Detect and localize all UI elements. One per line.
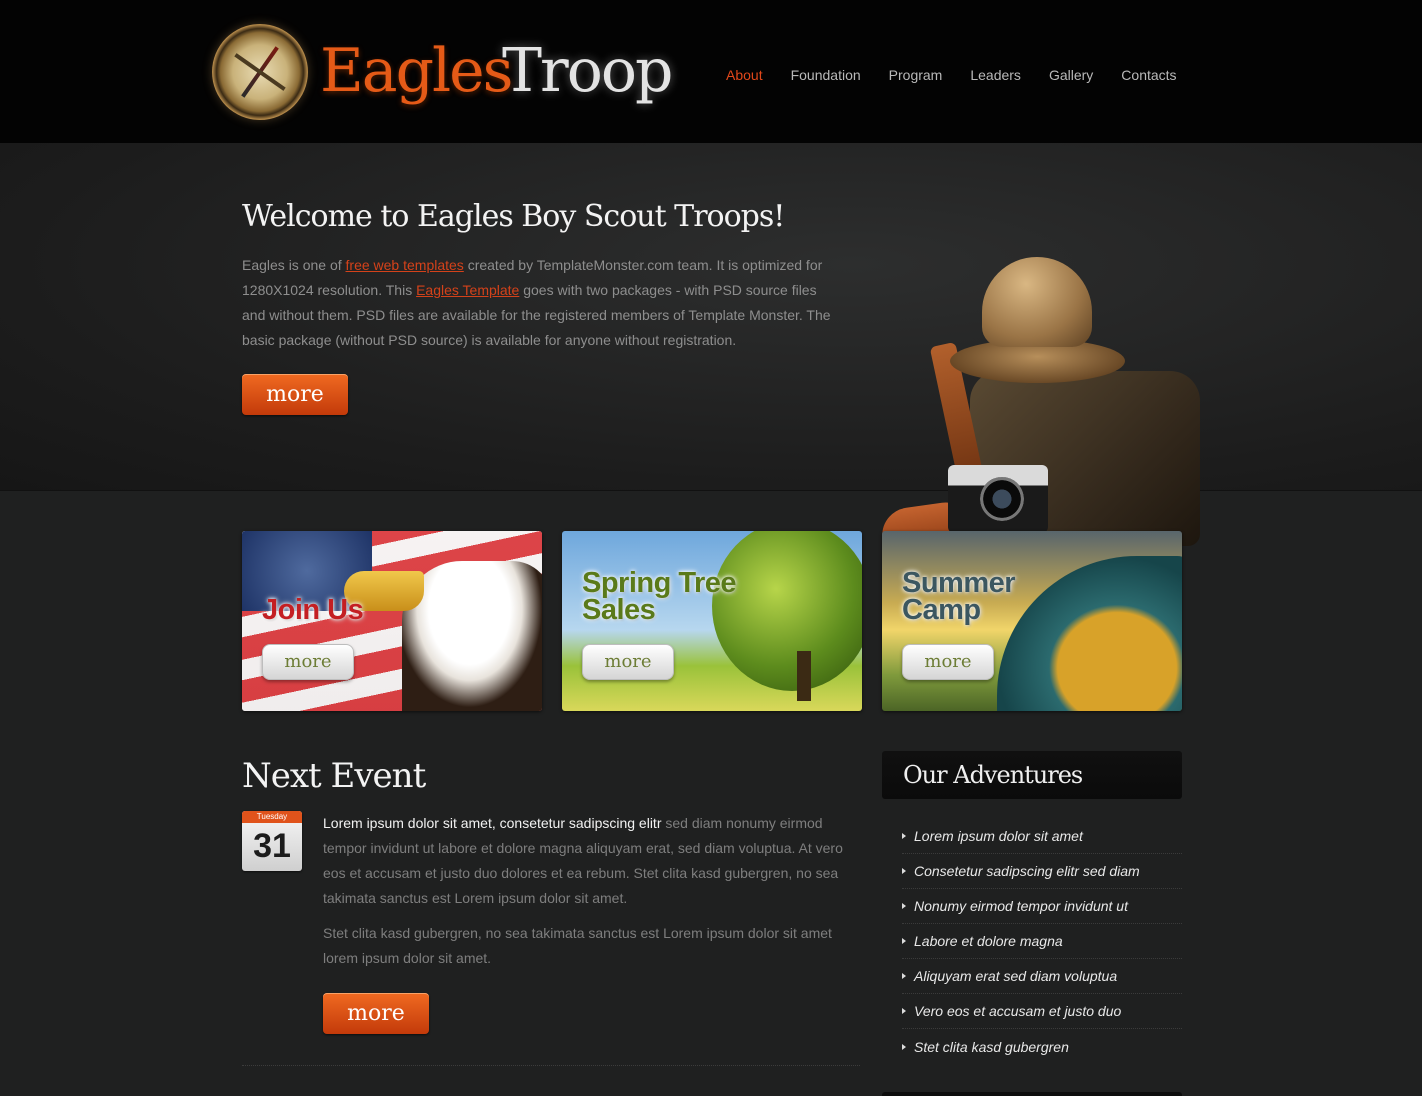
promo-summer-camp[interactable]: Summer Camp more xyxy=(882,531,1182,711)
next-widget-header xyxy=(882,1092,1182,1096)
promo-title: Spring Tree Sales xyxy=(582,567,737,626)
adventure-link[interactable]: Consetetur sadipscing elitr sed diam xyxy=(914,863,1140,879)
list-item: Labore et dolore magna xyxy=(902,924,1182,959)
arrow-right-icon xyxy=(902,903,906,909)
nav-item-foundation[interactable]: Foundation xyxy=(791,66,861,84)
adventures-header: Our Adventures xyxy=(882,751,1182,799)
arrow-right-icon xyxy=(902,868,906,874)
arrow-right-icon xyxy=(902,833,906,839)
list-item: Vero eos et accusam et justo duo xyxy=(902,994,1182,1029)
adventure-link[interactable]: Labore et dolore magna xyxy=(914,933,1063,949)
adventure-link[interactable]: Lorem ipsum dolor sit amet xyxy=(914,828,1083,844)
arrow-right-icon xyxy=(902,1043,906,1050)
event-more-button[interactable]: more xyxy=(323,993,429,1034)
arrow-right-icon xyxy=(902,1008,906,1014)
nav-item-program[interactable]: Program xyxy=(889,66,943,84)
hero-text-part-1: Eagles is one of xyxy=(242,257,346,273)
tree-trunk-image xyxy=(797,651,811,701)
promo-join-us[interactable]: Join Us more xyxy=(242,531,542,711)
site-logo[interactable]: Eagles Troop xyxy=(212,22,673,122)
pith-helmet-icon xyxy=(982,257,1092,347)
arrow-right-icon xyxy=(902,973,906,979)
promo-spring-tree-sales[interactable]: Spring Tree Sales more xyxy=(562,531,862,711)
camera-icon xyxy=(948,465,1048,533)
list-item: Stet clita kasd gubergren xyxy=(902,1029,1182,1064)
divider xyxy=(242,1065,860,1066)
hero-more-button[interactable]: more xyxy=(242,374,348,415)
promo-title: Summer Camp xyxy=(902,567,1016,626)
event-description: Lorem ipsum dolor sit amet, consetetur s… xyxy=(323,811,858,971)
list-item: Nonumy eirmod tempor invidunt ut xyxy=(902,889,1182,924)
site-header: Eagles Troop About Foundation Program Le… xyxy=(0,0,1422,143)
logo-word-eagles: Eagles xyxy=(320,36,513,106)
event-lead: Lorem ipsum dolor sit amet, consetetur s… xyxy=(323,815,662,831)
tree-sales-more-button[interactable]: more xyxy=(582,644,674,680)
free-templates-link[interactable]: free web templates xyxy=(346,257,464,273)
adventure-link[interactable]: Aliquyam erat sed diam voluptua xyxy=(914,968,1117,984)
calendar-date: 31 xyxy=(253,827,291,865)
hero-title: Welcome to Eagles Boy Scout Troops! xyxy=(242,199,785,234)
arrow-right-icon xyxy=(902,938,906,944)
eagles-template-link[interactable]: Eagles Template xyxy=(416,282,519,298)
list-item: Lorem ipsum dolor sit amet xyxy=(902,819,1182,854)
summer-camp-more-button[interactable]: more xyxy=(902,644,994,680)
adventures-list: Lorem ipsum dolor sit amet Consetetur sa… xyxy=(902,819,1182,1064)
compass-icon xyxy=(212,24,308,120)
event-paragraph-2: Stet clita kasd gubergren, no sea takima… xyxy=(323,925,832,966)
nav-item-leaders[interactable]: Leaders xyxy=(970,66,1021,84)
nav-item-contacts[interactable]: Contacts xyxy=(1121,66,1176,84)
next-event-heading: Next Event xyxy=(242,756,426,796)
adventure-link[interactable]: Vero eos et accusam et justo duo xyxy=(914,1003,1121,1019)
list-item: Consetetur sadipscing elitr sed diam xyxy=(902,854,1182,889)
logo-word-troop: Troop xyxy=(502,36,673,106)
promo-title: Join Us xyxy=(262,594,364,626)
hero-text: Eagles is one of free web templates crea… xyxy=(242,253,832,353)
adventures-heading: Our Adventures xyxy=(903,761,1083,789)
calendar-icon: Tuesday 31 xyxy=(242,811,302,871)
adventure-link[interactable]: Nonumy eirmod tempor invidunt ut xyxy=(914,898,1128,914)
hero-section: Welcome to Eagles Boy Scout Troops! Eagl… xyxy=(0,143,1422,568)
join-us-more-button[interactable]: more xyxy=(262,644,354,680)
nav-item-about[interactable]: About xyxy=(726,66,763,84)
calendar-day: Tuesday xyxy=(242,811,302,823)
nav-item-gallery[interactable]: Gallery xyxy=(1049,66,1093,84)
adventure-link[interactable]: Stet clita kasd gubergren xyxy=(914,1039,1069,1055)
event-paragraph-1: Lorem ipsum dolor sit amet, consetetur s… xyxy=(323,811,858,911)
main-nav: About Foundation Program Leaders Gallery… xyxy=(726,66,1177,84)
list-item: Aliquyam erat sed diam voluptua xyxy=(902,959,1182,994)
